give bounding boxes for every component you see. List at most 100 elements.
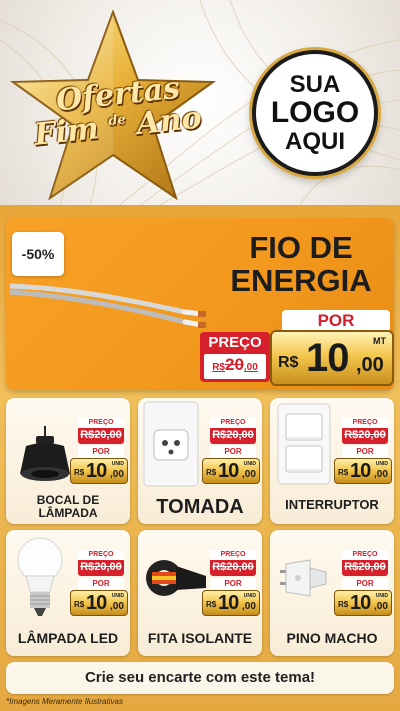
mini-price-int: 10 [86, 460, 107, 482]
mini-preco-label: PREÇO [78, 550, 124, 560]
mini-old-price: R$20,00 [212, 561, 254, 573]
mini-por-label: POR [210, 578, 256, 590]
price-int: 10 [306, 336, 349, 380]
mini-price-unit: UNID [243, 593, 256, 599]
mini-price-unit: UNID [111, 593, 124, 599]
mini-price-dec: ,00 [110, 469, 124, 480]
mini-price-unit: UNID [375, 461, 388, 467]
logo-line2: LOGO [270, 96, 360, 130]
old-price-tag: PREÇO R$20,00 [200, 332, 270, 382]
logo-line1: SUA [289, 71, 341, 99]
mini-old-price: R$20,00 [344, 429, 386, 441]
mini-new-price-tag: R$ 10 ,00 UNID [334, 590, 392, 616]
discount-badge: -50% [12, 232, 64, 276]
mini-new-price-tag: R$ 10 ,00 UNID [70, 590, 128, 616]
mini-new-price-tag: R$ 10 ,00 UNID [70, 458, 128, 484]
mini-por-label: POR [210, 446, 256, 458]
price-currency: R$ [278, 354, 299, 371]
mini-preco-label: PREÇO [210, 550, 256, 560]
outlet-icon [143, 401, 199, 487]
mini-preco-label: PREÇO [342, 418, 388, 428]
mini-por-label: POR [342, 446, 388, 458]
mini-price-dec: ,00 [374, 469, 388, 480]
mini-old-price-tag: PREÇO R$20,00 [342, 418, 388, 444]
mini-price-int: 10 [350, 592, 371, 614]
product-name: TOMADA [156, 496, 244, 518]
old-price-currency: R$ [212, 362, 225, 373]
logo-line3: AQUI [285, 127, 345, 155]
new-price-tag: R$ 10 ,00 MT [270, 330, 394, 386]
product-card-tomada: PREÇO R$20,00 POR R$ 10 ,00 UNID TOMADA [138, 398, 262, 524]
featured-name-line2: ENERGIA [230, 262, 372, 298]
light-switch-icon [277, 403, 331, 485]
mini-price-currency: R$ [206, 468, 217, 477]
mini-price-unit: UNID [375, 593, 388, 599]
product-card-pino-macho: PREÇO R$20,00 POR R$ 10 ,00 UNID PINO MA… [270, 530, 394, 656]
mini-old-price: R$20,00 [212, 429, 254, 441]
mini-price-unit: UNID [243, 461, 256, 467]
mini-preco-label: PREÇO [210, 418, 256, 428]
price-unit: MT [373, 336, 386, 346]
mini-old-price-tag: PREÇO R$20,00 [342, 550, 388, 576]
led-bulb-icon [17, 537, 63, 616]
product-name: INTERRUPTOR [285, 496, 379, 512]
mini-por-label: POR [78, 578, 124, 590]
mini-new-price-tag: R$ 10 ,00 UNID [202, 458, 260, 484]
mini-por-label: POR [78, 446, 124, 458]
featured-name-line1: FIO DE [249, 230, 353, 265]
electric-wire-icon [10, 283, 206, 328]
product-card-fita-isolante: PREÇO R$20,00 POR R$ 10 ,00 UNID FITA IS… [138, 530, 262, 656]
mini-price-unit: UNID [111, 461, 124, 467]
mini-old-price-tag: PREÇO R$20,00 [78, 418, 124, 444]
price-dec: ,00 [356, 354, 384, 376]
disclaimer-text: *Imagens Meramente Ilustrativas [6, 697, 123, 706]
mini-price-dec: ,00 [242, 469, 256, 480]
product-name: LÂMPADA LED [17, 629, 119, 646]
featured-product-card: -50% FIO DE ENERGIA POR PREÇO R$20,00 R$… [6, 218, 394, 390]
title-word-de: de [107, 112, 127, 129]
mini-old-price-tag: PREÇO R$20,00 [210, 550, 256, 576]
product-card-interruptor: PREÇO R$20,00 POR R$ 10 ,00 UNID INTERRU… [270, 398, 394, 524]
cta-banner[interactable]: Crie seu encarte com este tema! [6, 662, 394, 694]
old-price-dec: ,00 [243, 362, 258, 373]
mini-old-price-tag: PREÇO R$20,00 [210, 418, 256, 444]
old-price: R$20,00 [204, 354, 266, 379]
old-price-int: 20 [224, 355, 244, 374]
mini-new-price-tag: R$ 10 ,00 UNID [334, 458, 392, 484]
mini-price-dec: ,00 [374, 601, 388, 612]
mini-price-currency: R$ [338, 468, 349, 477]
mini-price-currency: R$ [206, 600, 217, 609]
header-banner: Ofertas Fim de Ano SUA LOGO AQUI [0, 0, 400, 205]
star-emblem: Ofertas Fim de Ano [8, 9, 218, 201]
mini-new-price-tag: R$ 10 ,00 UNID [202, 590, 260, 616]
mini-old-price: R$20,00 [80, 429, 122, 441]
mini-por-label: POR [342, 578, 388, 590]
mini-preco-label: PREÇO [78, 418, 124, 428]
mini-old-price: R$20,00 [344, 561, 386, 573]
mini-price-int: 10 [86, 592, 107, 614]
product-name: BOCAL DE LÂMPADA [36, 492, 100, 520]
preco-label: PREÇO [208, 334, 262, 351]
offer-title: Ofertas Fim de Ano [18, 71, 218, 153]
por-label: POR [282, 310, 390, 332]
mini-price-currency: R$ [338, 600, 349, 609]
title-word-ano: Ano [134, 100, 204, 142]
mini-old-price: R$20,00 [80, 561, 122, 573]
mini-price-dec: ,00 [110, 601, 124, 612]
plug-icon [280, 559, 327, 597]
product-name: FITA ISOLANTE [147, 629, 253, 646]
mini-price-currency: R$ [74, 600, 85, 609]
mini-price-int: 10 [218, 592, 239, 614]
title-word-fim: Fim [32, 111, 101, 153]
mini-price-currency: R$ [74, 468, 85, 477]
mini-price-int: 10 [350, 460, 371, 482]
mini-old-price-tag: PREÇO R$20,00 [78, 550, 124, 576]
product-card-bocal: PREÇO R$20,00 POR R$ 10 ,00 UNID BOCAL D… [6, 398, 130, 524]
mini-price-int: 10 [218, 460, 239, 482]
mini-price-dec: ,00 [242, 601, 256, 612]
mini-preco-label: PREÇO [342, 550, 388, 560]
logo-placeholder: SUA LOGO AQUI [252, 50, 378, 176]
featured-product-name: FIO DE ENERGIA [216, 230, 386, 298]
insulating-tape-icon [146, 560, 206, 596]
product-card-lampada-led: PREÇO R$20,00 POR R$ 10 ,00 UNID LÂMPADA… [6, 530, 130, 656]
